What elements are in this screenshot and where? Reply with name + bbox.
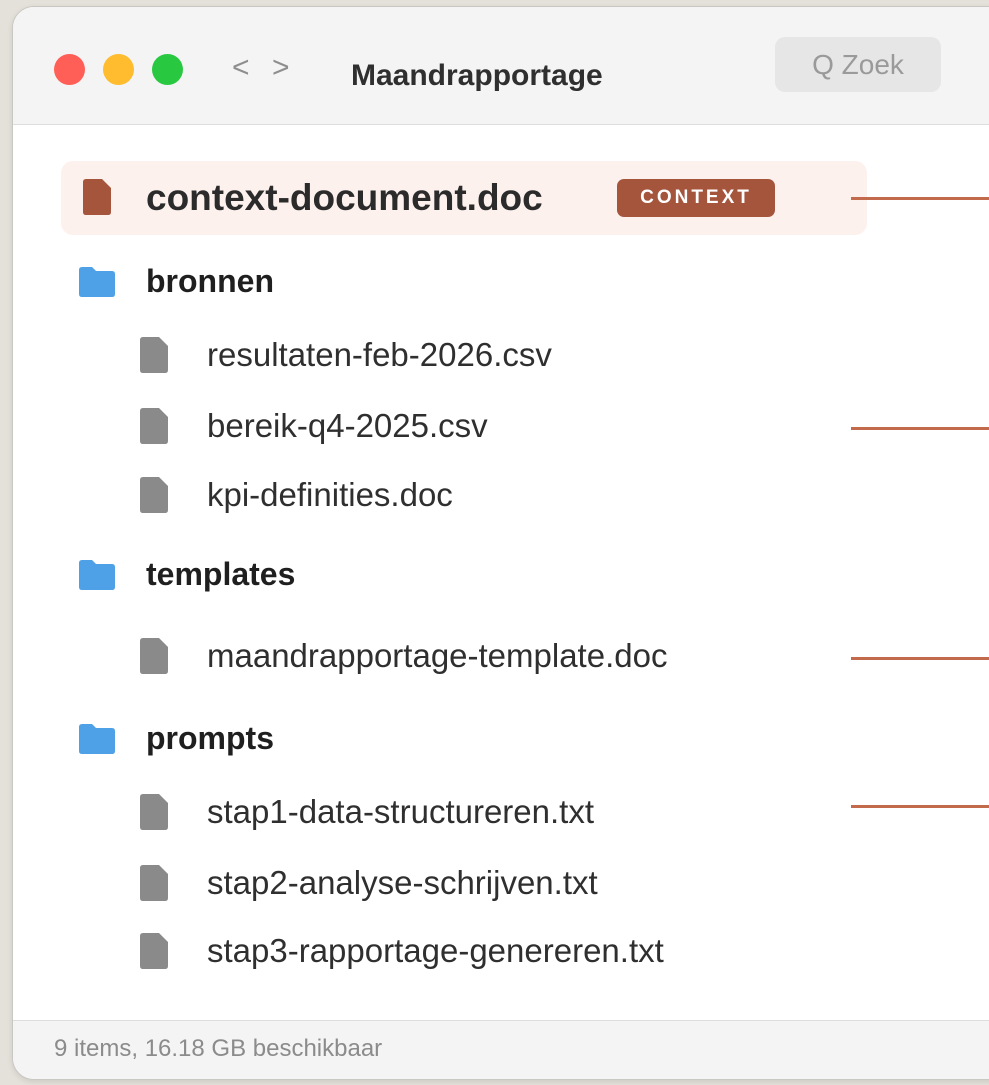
file-icon — [140, 865, 168, 901]
file-label[interactable]: stap1-data-structureren.txt — [207, 793, 594, 831]
forward-arrow-icon[interactable]: > — [272, 51, 290, 85]
file-icon — [140, 337, 168, 373]
close-window-button[interactable] — [54, 54, 85, 85]
file-label[interactable]: kpi-definities.doc — [207, 476, 453, 514]
context-file-name[interactable]: context-document.doc — [146, 177, 543, 219]
minimize-window-button[interactable] — [103, 54, 134, 85]
search-field[interactable]: Q Zoek — [775, 37, 941, 92]
connector-line — [851, 657, 989, 660]
file-label[interactable]: resultaten-feb-2026.csv — [207, 336, 552, 374]
folder-label-templates[interactable]: templates — [146, 556, 295, 593]
file-icon — [140, 408, 168, 444]
document-icon — [83, 179, 111, 215]
folder-icon — [79, 560, 115, 590]
file-label[interactable]: stap3-rapportage-genereren.txt — [207, 932, 664, 970]
file-icon — [140, 477, 168, 513]
connector-line — [851, 805, 989, 808]
file-icon — [140, 794, 168, 830]
connector-line — [851, 427, 989, 430]
folder-label-prompts[interactable]: prompts — [146, 720, 274, 757]
folder-label-bronnen[interactable]: bronnen — [146, 263, 274, 300]
file-label[interactable]: bereik-q4-2025.csv — [207, 407, 488, 445]
file-label[interactable]: stap2-analyse-schrijven.txt — [207, 864, 598, 902]
finder-window: < > Maandrapportage Q Zoek context-docum… — [12, 6, 989, 1080]
back-arrow-icon[interactable]: < — [232, 51, 250, 85]
title-bar: < > Maandrapportage Q Zoek — [13, 7, 989, 125]
file-icon — [140, 638, 168, 674]
folder-icon — [79, 267, 115, 297]
status-text: 9 items, 16.18 GB beschikbaar — [54, 1035, 383, 1062]
connector-line — [851, 197, 989, 200]
folder-icon — [79, 724, 115, 754]
window-title: Maandrapportage — [351, 59, 603, 92]
file-label[interactable]: maandrapportage-template.doc — [207, 637, 667, 675]
file-icon — [140, 933, 168, 969]
status-bar: 9 items, 16.18 GB beschikbaar — [13, 1020, 989, 1079]
zoom-window-button[interactable] — [152, 54, 183, 85]
context-badge: CONTEXT — [617, 179, 775, 217]
